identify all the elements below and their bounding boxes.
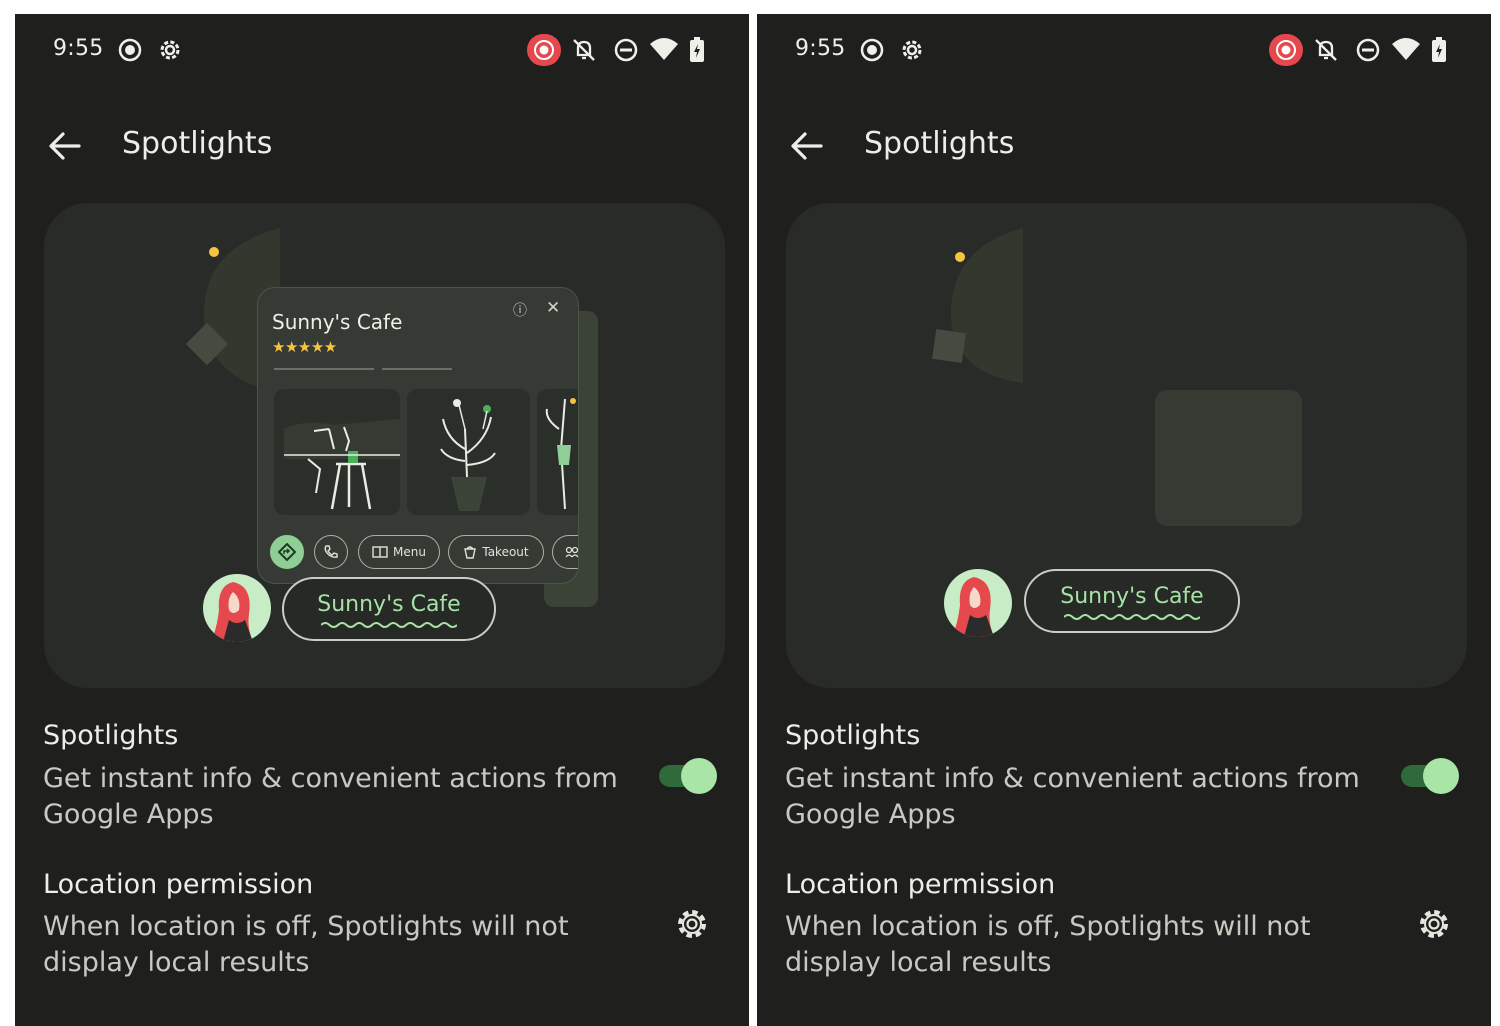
placeholder-line [382,368,452,370]
toggle-thumb [681,758,717,794]
spotlights-illustration: Sunny's Cafe [786,203,1467,688]
cafe-name-pill: Sunny's Cafe [1024,569,1240,633]
battery-charging-icon [1432,37,1446,62]
takeout-icon [464,546,477,559]
recording-icon [527,34,561,66]
do-not-disturb-icon [614,38,638,62]
cafe-photo-lamp [537,389,578,515]
gear-icon[interactable] [675,907,709,941]
spotlights-setting-title: Spotlights [43,720,179,751]
phone-screen-left: 9:55 Spotlights Sunny's Cafe ★★★★★ ⓘ ✕ M… [15,14,749,1026]
status-bar: 9:55 [757,14,1491,86]
people-icon [565,546,578,558]
battery-charging-icon [690,37,704,62]
cafe-name-label: Sunny's Cafe [317,592,461,617]
app-bar: Spotlights [757,114,1491,178]
menu-chip-label: Menu [393,545,426,559]
spotlights-setting-title: Spotlights [785,720,921,751]
cafe-photo-plant [407,389,530,515]
settings-gear-icon [160,40,180,60]
cafe-photo-chair [274,389,400,515]
placeholder-line [274,368,374,370]
directions-chip[interactable] [270,535,304,569]
do-not-disturb-icon [1356,38,1380,62]
directions-icon [278,543,296,561]
underline-squiggle [1064,614,1200,620]
cafe-name-label: Sunny's Cafe [1060,584,1204,609]
phone-screen-right: 9:55 Spotlights Sunny's Cafe Spotlights … [757,14,1491,1026]
cafe-info-card: Sunny's Cafe ★★★★★ ⓘ ✕ Menu Takeout [257,287,579,584]
spotlights-setting-description: Get instant info & convenient actions fr… [785,763,1360,830]
app-bar: Spotlights [15,114,749,178]
settings-gear-icon [902,40,922,60]
cafe-card-title: Sunny's Cafe [272,310,403,334]
spotlights-illustration: Sunny's Cafe ★★★★★ ⓘ ✕ Menu Takeout Sunn… [44,203,725,688]
screen-record-icon [118,38,142,62]
avatar [203,574,271,642]
wifi-icon [650,38,678,60]
status-time: 9:55 [795,36,846,61]
bell-off-icon [573,39,595,61]
takeout-chip-label: Takeout [482,545,529,559]
phone-icon [324,545,338,558]
call-chip[interactable] [314,535,348,569]
spotlights-toggle[interactable] [1399,758,1459,794]
bell-off-icon [1315,39,1337,61]
location-setting-description: When location is off, Spotlights will no… [785,911,1311,978]
toggle-thumb [1423,758,1459,794]
spotlights-setting-description: Get instant info & convenient actions fr… [43,763,618,830]
takeout-chip[interactable]: Takeout [448,535,544,569]
cafe-name-pill: Sunny's Cafe [282,577,496,641]
arrow-back-icon[interactable] [789,129,825,163]
spotlights-toggle[interactable] [657,758,717,794]
more-chip[interactable] [552,535,578,569]
location-setting-title: Location permission [43,869,314,900]
menu-chip[interactable]: Menu [358,535,440,569]
status-time: 9:55 [53,36,104,61]
page-title: Spotlights [864,126,1015,161]
arrow-back-icon[interactable] [47,129,83,163]
underline-squiggle [321,622,457,628]
close-icon[interactable]: ✕ [546,298,560,318]
wifi-icon [1392,38,1420,60]
screen-record-icon [860,38,884,62]
info-icon: ⓘ [513,303,527,319]
menu-book-icon [372,546,388,558]
gear-icon[interactable] [1417,907,1451,941]
location-setting-title: Location permission [785,869,1056,900]
page-title: Spotlights [122,126,273,161]
location-setting-description: When location is off, Spotlights will no… [43,911,569,978]
rating-stars: ★★★★★ [272,338,337,356]
screenshot-divider [749,0,757,1026]
recording-icon [1269,34,1303,66]
status-bar: 9:55 [15,14,749,86]
avatar [944,569,1012,637]
